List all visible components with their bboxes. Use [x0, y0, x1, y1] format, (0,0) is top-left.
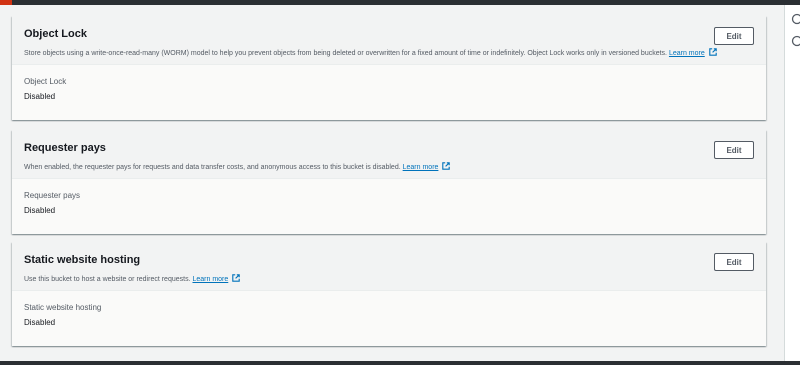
bottom-bar [0, 361, 800, 365]
learn-more-link[interactable]: Learn more [403, 164, 439, 171]
object-lock-panel: Object Lock Store objects using a write-… [12, 16, 766, 120]
panel-body: Object Lock Disabled [12, 65, 766, 120]
panel-header: Static website hosting Use this bucket t… [12, 242, 766, 291]
external-link-icon[interactable] [442, 162, 451, 170]
panel-body: Requester pays Disabled [12, 179, 766, 234]
gear-icon[interactable] [791, 35, 800, 47]
external-link-icon[interactable] [708, 48, 717, 56]
learn-more-link[interactable]: Learn more [669, 50, 705, 57]
panel-description-text: Store objects using a write-once-read-ma… [24, 50, 667, 57]
top-navigation-bar [0, 0, 800, 5]
service-logo-mark[interactable] [0, 0, 12, 5]
panel-body: Static website hosting Disabled [12, 291, 766, 346]
panel-header: Requester pays When enabled, the request… [12, 130, 766, 179]
info-icon[interactable] [791, 13, 800, 25]
requester-pays-panel: Requester pays When enabled, the request… [12, 130, 766, 234]
panel-description: When enabled, the requester pays for req… [24, 162, 754, 172]
edit-static-website-hosting-button[interactable]: Edit [714, 253, 754, 271]
panel-description-text: Use this bucket to host a website or red… [24, 276, 191, 283]
panel-description: Use this bucket to host a website or red… [24, 274, 754, 284]
static-website-hosting-panel: Static website hosting Use this bucket t… [12, 242, 766, 346]
edit-object-lock-button[interactable]: Edit [714, 27, 754, 45]
object-lock-value: Disabled [24, 92, 56, 101]
object-lock-label: Object Lock [24, 77, 67, 86]
panel-description: Store objects using a write-once-read-ma… [24, 48, 754, 58]
panel-title: Requester pays [24, 142, 106, 154]
requester-pays-value: Disabled [24, 206, 56, 215]
panel-title: Object Lock [24, 28, 87, 40]
static-website-hosting-value: Disabled [24, 318, 56, 327]
panel-description-text: When enabled, the requester pays for req… [24, 164, 401, 171]
edit-requester-pays-button[interactable]: Edit [714, 141, 754, 159]
learn-more-link[interactable]: Learn more [192, 276, 228, 283]
right-side-tools-panel [784, 5, 800, 361]
panel-header: Object Lock Store objects using a write-… [12, 16, 766, 65]
panel-title: Static website hosting [24, 254, 141, 266]
static-website-hosting-label: Static website hosting [24, 303, 102, 312]
external-link-icon[interactable] [232, 274, 240, 282]
requester-pays-label: Requester pays [24, 191, 81, 200]
